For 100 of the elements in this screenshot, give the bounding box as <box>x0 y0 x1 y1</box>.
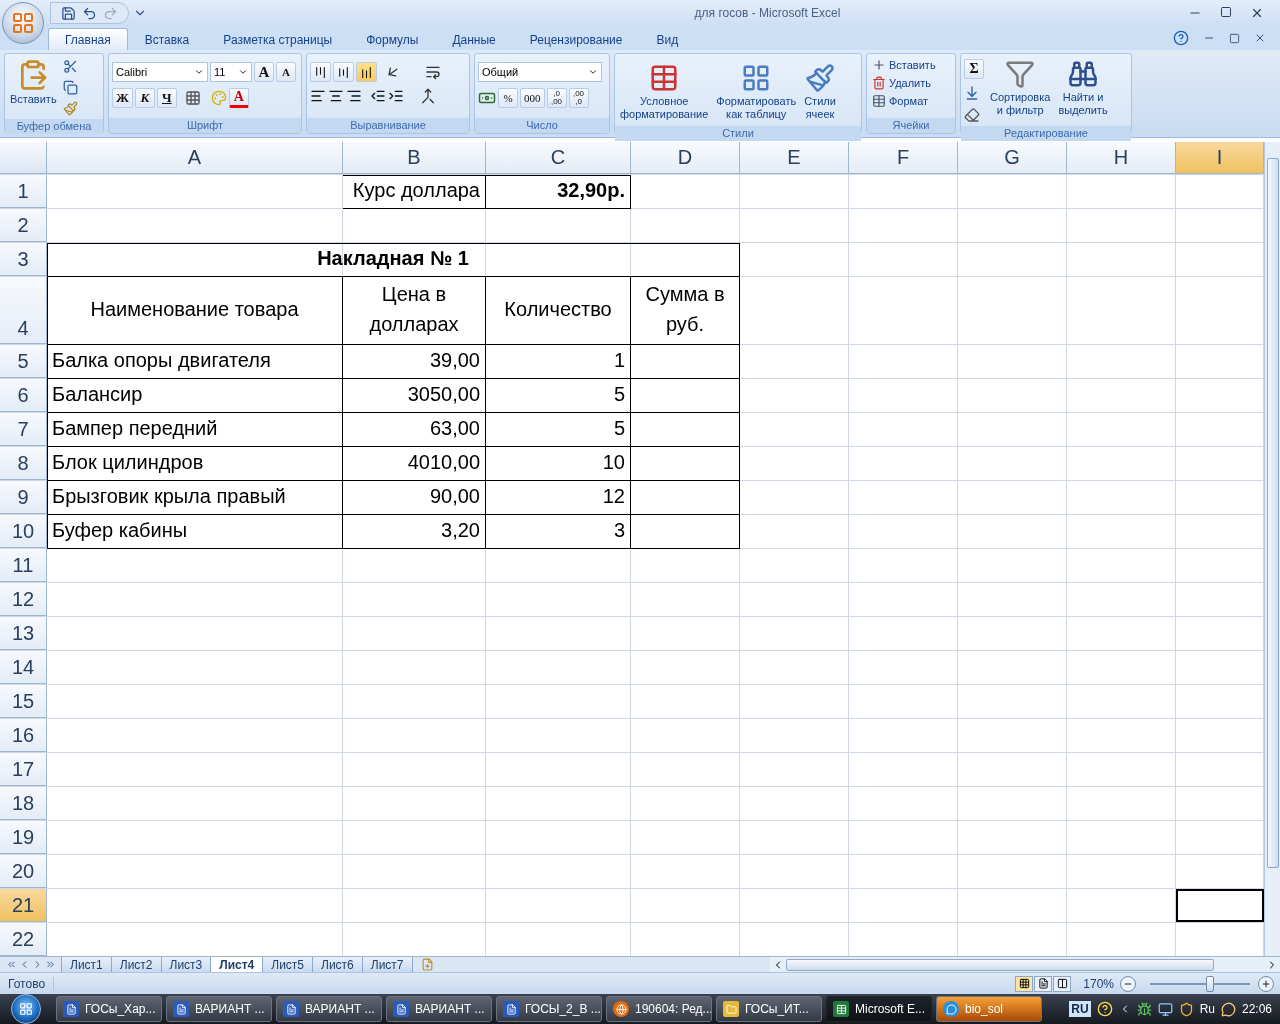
row-header[interactable]: 20 <box>0 855 47 888</box>
row-header[interactable]: 12 <box>0 583 47 616</box>
align-top-button[interactable] <box>310 62 331 82</box>
cells-button[interactable]: Вставить <box>870 57 938 73</box>
caret-icon <box>194 67 204 77</box>
column-header[interactable]: F <box>849 142 958 174</box>
select-all-button[interactable] <box>0 142 47 174</box>
sheet-tab[interactable]: Лист7 <box>361 957 413 973</box>
vertical-scrollbar[interactable] <box>1264 142 1280 956</box>
font-name-field[interactable]: Calibri <box>112 62 208 82</box>
column-header[interactable]: H <box>1067 142 1176 174</box>
row-header[interactable]: 22 <box>0 923 47 956</box>
row-header[interactable]: 19 <box>0 821 47 854</box>
sheet-tab[interactable]: Лист2 <box>110 957 162 973</box>
wrap-text-icon <box>425 64 441 80</box>
taskbar-button[interactable]: ВАРИАНТ ... <box>386 996 492 1022</box>
row-header[interactable]: 16 <box>0 719 47 752</box>
ribbon-tab[interactable]: Формулы <box>349 28 436 50</box>
sheet-tab[interactable]: Лист5 <box>262 957 314 973</box>
align-middle-button[interactable] <box>333 62 354 82</box>
sheet-tab[interactable]: Лист1 <box>61 957 112 973</box>
row-header[interactable]: 14 <box>0 651 47 684</box>
row-header[interactable]: 3 <box>0 243 47 276</box>
underline-button[interactable]: Ч <box>156 88 177 108</box>
page-icon <box>1037 978 1049 989</box>
font-size-field[interactable]: 11 <box>210 62 252 82</box>
row-header[interactable]: 15 <box>0 685 47 718</box>
taskbar-button[interactable]: ГОСы_ИТ... <box>716 996 822 1022</box>
row-header[interactable]: 10 <box>0 515 47 548</box>
column-header[interactable]: A <box>47 142 343 174</box>
table-cell: 32,90р. <box>486 175 631 209</box>
zoom-out-button[interactable] <box>1120 975 1136 992</box>
row-header[interactable]: 18 <box>0 787 47 820</box>
taskbar-button[interactable]: ВАРИАНТ ... <box>166 996 272 1022</box>
cells-button[interactable]: Удалить <box>870 75 938 91</box>
increase-decimal-button[interactable]: ,0 ,00 <box>546 88 567 108</box>
row-header[interactable]: 11 <box>0 549 47 582</box>
merge-icon <box>420 88 436 104</box>
grow-font-button[interactable]: A <box>254 62 274 82</box>
paste-button[interactable]: Вставить <box>8 57 59 108</box>
row-header[interactable]: 1 <box>0 175 47 208</box>
horizontal-scrollbar[interactable] <box>770 957 1280 972</box>
start-button[interactable] <box>11 994 41 1024</box>
taskbar-button[interactable]: ВАРИАНТ ... <box>276 996 382 1022</box>
taskbar-button[interactable]: ГОСы_Хар... <box>56 996 162 1022</box>
styles-button[interactable]: Условное форматирование <box>618 61 711 123</box>
taskbar-button[interactable]: 190604: Ред... <box>606 996 712 1022</box>
cells-button[interactable]: Формат <box>870 93 938 109</box>
ribbon-tab[interactable]: Разметка страницы <box>206 28 350 50</box>
decrease-decimal-button[interactable]: ,00 ,0 <box>568 88 589 108</box>
column-header[interactable]: E <box>740 142 849 174</box>
binoculars-icon <box>1068 59 1098 89</box>
row-header[interactable]: 9 <box>0 481 47 514</box>
align-bottom-button[interactable] <box>356 62 377 82</box>
group-title: Ячейки <box>867 118 955 133</box>
column-header[interactable]: C <box>486 142 631 174</box>
sort-filter-button[interactable]: Сортировка и фильтр <box>988 57 1053 119</box>
tray-language[interactable]: Ru <box>1199 1002 1215 1016</box>
thousands-button[interactable]: 000 <box>520 88 545 108</box>
row-header[interactable]: 4 <box>0 277 47 344</box>
column-header[interactable]: D <box>631 142 740 174</box>
column-header[interactable]: G <box>958 142 1067 174</box>
active-cell[interactable] <box>1176 889 1264 922</box>
taskbar-button[interactable]: Microsoft E... <box>826 996 932 1022</box>
zoom-in-button[interactable] <box>1258 975 1274 992</box>
row-header[interactable]: 6 <box>0 379 47 412</box>
row-header[interactable]: 17 <box>0 753 47 786</box>
styles-button[interactable]: Форматировать как таблицу <box>714 61 799 123</box>
table-cell: Брызговик крыла правый <box>47 481 343 515</box>
row-header[interactable]: 13 <box>0 617 47 650</box>
column-header[interactable]: B <box>343 142 486 174</box>
row-header[interactable]: 2 <box>0 209 47 242</box>
column-header[interactable]: I <box>1176 142 1264 174</box>
font-color-button[interactable]: A <box>228 88 249 108</box>
row-header[interactable]: 8 <box>0 447 47 480</box>
sheet-tab[interactable]: Лист3 <box>160 957 212 973</box>
taskbar-button[interactable]: ГОСЫ_2_В ... <box>496 996 602 1022</box>
ribbon-tab[interactable]: Главная <box>48 28 128 50</box>
sheet-tab[interactable]: Лист6 <box>312 957 363 973</box>
ribbon-tab[interactable]: Вставка <box>127 28 207 50</box>
row-header[interactable]: 21 <box>0 889 47 922</box>
zoom-thumb[interactable] <box>1206 975 1214 992</box>
styles-button[interactable]: Стили ячеек <box>802 61 838 123</box>
row-header[interactable]: 7 <box>0 413 47 446</box>
ribbon-tab[interactable]: Данные <box>435 28 513 50</box>
language-indicator[interactable]: RU <box>1069 1001 1091 1017</box>
percent-button[interactable]: % <box>498 88 518 108</box>
page-layout-button[interactable] <box>1034 975 1053 992</box>
normal-view-button[interactable] <box>1015 975 1034 992</box>
sheet-tab[interactable]: Лист4 <box>210 957 264 973</box>
autosum-button[interactable]: Σ <box>964 59 984 79</box>
ribbon-tab[interactable]: Рецензирование <box>512 28 640 50</box>
page-break-button[interactable] <box>1053 975 1072 992</box>
shrink-font-button[interactable]: A <box>276 62 296 82</box>
bold-button[interactable]: Ж <box>112 88 133 108</box>
find-select-button[interactable]: Найти и выделить <box>1056 57 1110 119</box>
italic-button[interactable]: К <box>134 88 155 108</box>
ribbon-tab[interactable]: Вид <box>639 28 696 50</box>
number-format-field[interactable]: Общий <box>478 62 602 82</box>
row-header[interactable]: 5 <box>0 345 47 378</box>
